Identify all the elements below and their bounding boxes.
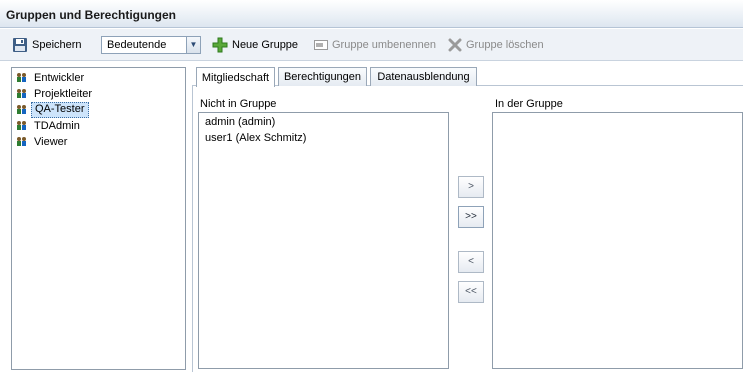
group-item-tdadmin[interactable]: TDAdmin bbox=[16, 118, 83, 133]
tab-label: Datenausblendung bbox=[377, 71, 470, 83]
in-group-list[interactable] bbox=[492, 112, 743, 369]
not-in-group-label: Nicht in Gruppe bbox=[200, 98, 277, 110]
group-item-label: TDAdmin bbox=[34, 119, 80, 132]
group-item-qa-tester[interactable]: QA-Tester bbox=[16, 101, 89, 118]
delete-group-button[interactable]: Gruppe löschen bbox=[448, 29, 544, 61]
tab-berechtigungen[interactable]: Berechtigungen bbox=[278, 67, 367, 86]
add-selected-button[interactable]: > bbox=[458, 176, 484, 198]
in-group-label: In der Gruppe bbox=[495, 98, 563, 110]
group-icon bbox=[17, 73, 26, 82]
group-icon bbox=[17, 89, 26, 98]
rename-group-button-label: Gruppe umbenennen bbox=[332, 39, 436, 51]
delete-icon bbox=[448, 38, 462, 52]
group-item-label: Projektleiter bbox=[34, 87, 93, 100]
tab-datenausblendung[interactable]: Datenausblendung bbox=[370, 67, 477, 86]
list-item[interactable]: user1 (Alex Schmitz) bbox=[205, 132, 306, 144]
filter-select-value: Bedeutende bbox=[107, 39, 167, 51]
group-item-label: Entwickler bbox=[34, 71, 85, 84]
group-icon bbox=[17, 137, 26, 146]
new-group-button[interactable]: Neue Gruppe bbox=[212, 29, 298, 61]
remove-selected-button[interactable]: < bbox=[458, 251, 484, 273]
save-button-label: Speichern bbox=[32, 39, 82, 51]
group-item-label: Viewer bbox=[34, 135, 68, 148]
chevron-down-icon[interactable]: ▼ bbox=[186, 37, 200, 53]
save-icon bbox=[13, 38, 27, 52]
list-item[interactable]: admin (admin) bbox=[205, 116, 275, 128]
remove-all-button[interactable]: << bbox=[458, 281, 484, 303]
rename-icon bbox=[314, 40, 328, 50]
window-title: Gruppen und Berechtigungen bbox=[0, 0, 743, 28]
rename-group-button[interactable]: Gruppe umbenennen bbox=[314, 29, 436, 61]
plus-icon bbox=[212, 37, 228, 53]
tab-mitgliedschaft[interactable]: Mitgliedschaft bbox=[196, 67, 275, 87]
group-icon bbox=[17, 121, 26, 130]
group-item-label: QA-Tester bbox=[31, 101, 89, 118]
tab-label: Mitgliedschaft bbox=[201, 71, 270, 84]
group-item-entwickler[interactable]: Entwickler bbox=[16, 70, 87, 85]
group-icon bbox=[17, 105, 26, 114]
tab-label: Berechtigungen bbox=[283, 71, 362, 83]
delete-group-button-label: Gruppe löschen bbox=[466, 39, 544, 51]
new-group-button-label: Neue Gruppe bbox=[232, 39, 299, 51]
filter-select[interactable]: Bedeutende ▼ bbox=[101, 36, 201, 54]
add-all-button[interactable]: >> bbox=[458, 206, 484, 228]
save-button[interactable]: Speichern bbox=[12, 29, 82, 61]
group-item-projektleiter[interactable]: Projektleiter bbox=[16, 86, 95, 101]
group-item-viewer[interactable]: Viewer bbox=[16, 134, 70, 149]
not-in-group-list[interactable]: admin (admin) user1 (Alex Schmitz) bbox=[198, 112, 449, 369]
